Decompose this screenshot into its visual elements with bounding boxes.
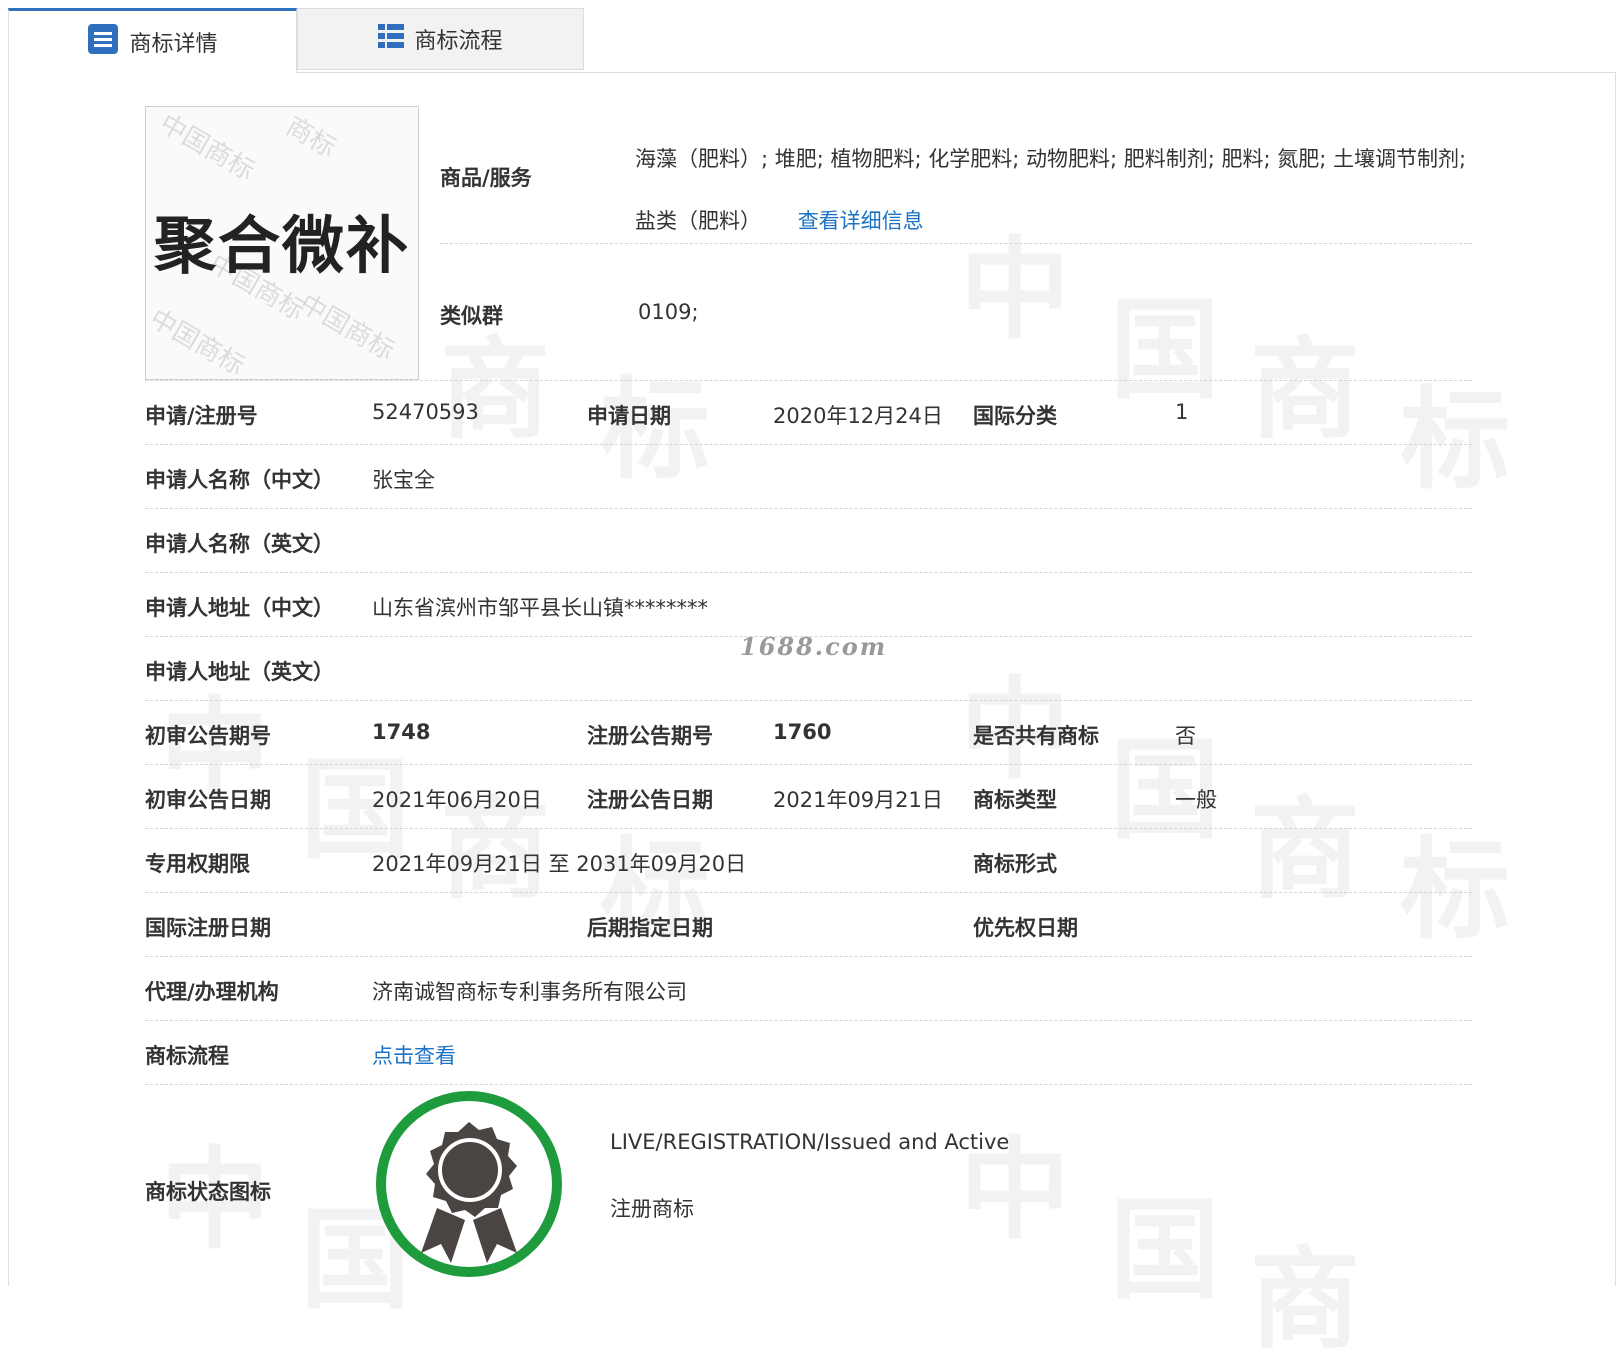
divider [145, 444, 1472, 445]
applicant-en-label: 申请人名称（英文） [145, 532, 334, 556]
grid-list-icon [378, 23, 405, 55]
divider [145, 1020, 1472, 1021]
divider [145, 764, 1472, 765]
reg-no-value: 52470593 [372, 400, 479, 424]
view-flow-link[interactable]: 点击查看 [372, 1040, 456, 1070]
similar-group-label: 类似群 [440, 304, 503, 328]
applicant-cn-value: 张宝全 [372, 468, 435, 492]
goods-text: 海藻（肥料）; 堆肥; 植物肥料; 化学肥料; 动物肥料; 肥料制剂; 肥料; … [635, 147, 1467, 233]
address-cn-label: 申请人地址（中文） [145, 596, 334, 620]
prelim-issue-value: 1748 [372, 720, 431, 744]
similar-group-value: 0109; [638, 300, 699, 324]
shared-value: 否 [1175, 724, 1196, 748]
view-details-link[interactable]: 查看详细信息 [798, 209, 924, 233]
app-date-label: 申请日期 [587, 404, 671, 428]
goods-label: 商品/服务 [440, 166, 532, 190]
registered-badge-icon [373, 1088, 565, 1280]
divider [145, 828, 1472, 829]
divider [145, 1084, 1472, 1085]
intl-reg-date-label: 国际注册日期 [145, 916, 271, 940]
divider [145, 700, 1472, 701]
divider [145, 892, 1472, 893]
status-en: LIVE/REGISTRATION/Issued and Active [610, 1130, 1010, 1154]
trademark-mark-text: 聚合微补 [153, 209, 410, 282]
divider [145, 508, 1472, 509]
applicant-cn-label: 申请人名称（中文） [145, 468, 334, 492]
tab-bar: 商标详情 商标流程 [8, 8, 1618, 73]
exclusive-label: 专用权期限 [145, 852, 250, 876]
tm-type-value: 一般 [1175, 788, 1217, 812]
reg-issue-label: 注册公告期号 [587, 724, 713, 748]
goods-value: 海藻（肥料）; 堆肥; 植物肥料; 化学肥料; 动物肥料; 肥料制剂; 肥料; … [635, 128, 1475, 252]
address-en-label: 申请人地址（英文） [145, 660, 334, 684]
status-icon-label: 商标状态图标 [145, 1180, 271, 1204]
exclusive-value: 2021年09月21日 至 2031年09月20日 [372, 852, 747, 876]
priority-date-label: 优先权日期 [973, 916, 1078, 940]
reg-issue-value: 1760 [773, 720, 832, 744]
prelim-issue-label: 初审公告期号 [145, 724, 271, 748]
intl-class-label: 国际分类 [973, 404, 1057, 428]
agent-label: 代理/办理机构 [145, 980, 279, 1004]
tm-type-label: 商标类型 [973, 788, 1057, 812]
prelim-date-label: 初审公告日期 [145, 788, 271, 812]
divider [145, 380, 1472, 381]
status-cn: 注册商标 [610, 1197, 694, 1221]
address-cn-value: 山东省滨州市邹平县长山镇******** [372, 596, 708, 620]
divider [440, 243, 1472, 244]
tab-label: 商标详情 [129, 32, 218, 57]
divider [145, 956, 1472, 957]
tm-form-label: 商标形式 [973, 852, 1057, 876]
app-date-value: 2020年12月24日 [773, 404, 943, 428]
tab-trademark-details[interactable]: 商标详情 [8, 8, 297, 73]
shared-label: 是否共有商标 [973, 724, 1099, 748]
trademark-image: 中国商标 商标 中国商标 中国商标 中国商标 聚合微补 [145, 106, 419, 380]
agent-value: 济南诚智商标专利事务所有限公司 [372, 980, 687, 1004]
prelim-date-value: 2021年06月20日 [372, 788, 542, 812]
reg-no-label: 申请/注册号 [145, 404, 258, 428]
divider [145, 572, 1472, 573]
later-date-label: 后期指定日期 [587, 916, 713, 940]
site-watermark: 1688.com [740, 632, 888, 661]
reg-date-value: 2021年09月21日 [773, 788, 943, 812]
tab-label: 商标流程 [414, 29, 503, 54]
flow-label: 商标流程 [145, 1044, 229, 1068]
list-icon [87, 23, 119, 61]
intl-class-value: 1 [1175, 400, 1189, 424]
reg-date-label: 注册公告日期 [587, 788, 713, 812]
tab-trademark-flow[interactable]: 商标流程 [297, 8, 584, 70]
